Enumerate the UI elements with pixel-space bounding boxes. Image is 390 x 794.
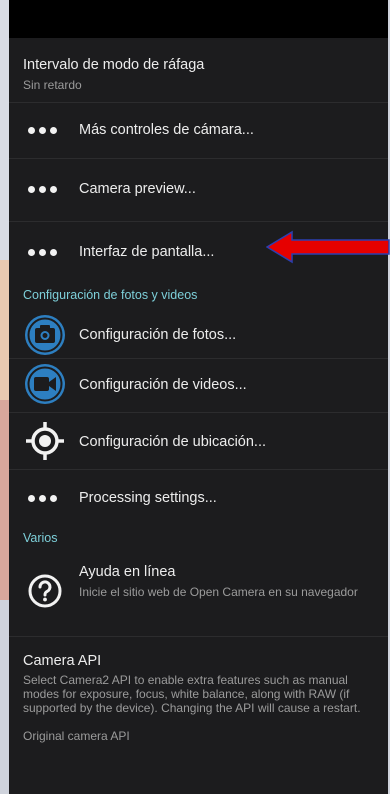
more-dots-icon xyxy=(28,186,57,193)
item-label: Interfaz de pantalla... xyxy=(79,244,215,260)
photo-settings-item[interactable]: Configuración de fotos... xyxy=(9,313,388,359)
burst-interval-value: Sin retardo xyxy=(23,78,82,92)
camera-api-setting[interactable]: Camera API Select Camera2 API to enable … xyxy=(9,637,388,777)
camera-api-value: Original camera API xyxy=(23,729,130,743)
more-camera-controls-item[interactable]: Más controles de cámara... xyxy=(9,103,388,159)
section-photos-header: Configuración de fotos y videos xyxy=(9,283,388,313)
status-bar xyxy=(9,0,388,38)
video-camera-icon xyxy=(25,364,65,404)
item-label: Camera preview... xyxy=(79,181,196,197)
camera-api-title: Camera API xyxy=(23,653,102,669)
item-label: Configuración de videos... xyxy=(79,377,247,393)
item-label: Configuración de ubicación... xyxy=(79,434,267,450)
red-arrow-annotation-icon xyxy=(266,230,390,264)
processing-settings-item[interactable]: Processing settings... xyxy=(9,470,388,528)
camera-preview-item[interactable]: Camera preview... xyxy=(9,159,388,222)
video-settings-item[interactable]: Configuración de videos... xyxy=(9,359,388,413)
help-title: Ayuda en línea xyxy=(79,564,176,580)
help-icon xyxy=(28,574,62,608)
location-crosshair-icon xyxy=(26,422,64,460)
location-settings-item[interactable]: Configuración de ubicación... xyxy=(9,413,388,470)
burst-interval-setting[interactable]: Intervalo de modo de ráfaga Sin retardo xyxy=(9,38,388,103)
help-subtitle: Inicie el sitio web de Open Camera en su… xyxy=(79,585,358,599)
section-title: Varios xyxy=(23,531,58,545)
more-dots-icon xyxy=(28,495,57,502)
item-label: Processing settings... xyxy=(79,490,217,506)
item-label: Configuración de fotos... xyxy=(79,327,237,343)
online-help-item[interactable]: Ayuda en línea Inicie el sitio web de Op… xyxy=(9,554,388,637)
section-misc-header: Varios xyxy=(9,528,388,554)
more-dots-icon xyxy=(28,127,57,134)
camera-icon xyxy=(25,315,65,355)
camera-api-description: Select Camera2 API to enable extra featu… xyxy=(23,673,361,715)
item-label: Más controles de cámara... xyxy=(79,122,254,138)
section-title: Configuración de fotos y videos xyxy=(23,288,198,302)
settings-panel: Intervalo de modo de ráfaga Sin retardo … xyxy=(9,0,388,794)
burst-interval-title: Intervalo de modo de ráfaga xyxy=(23,57,205,73)
more-dots-icon xyxy=(28,249,57,256)
